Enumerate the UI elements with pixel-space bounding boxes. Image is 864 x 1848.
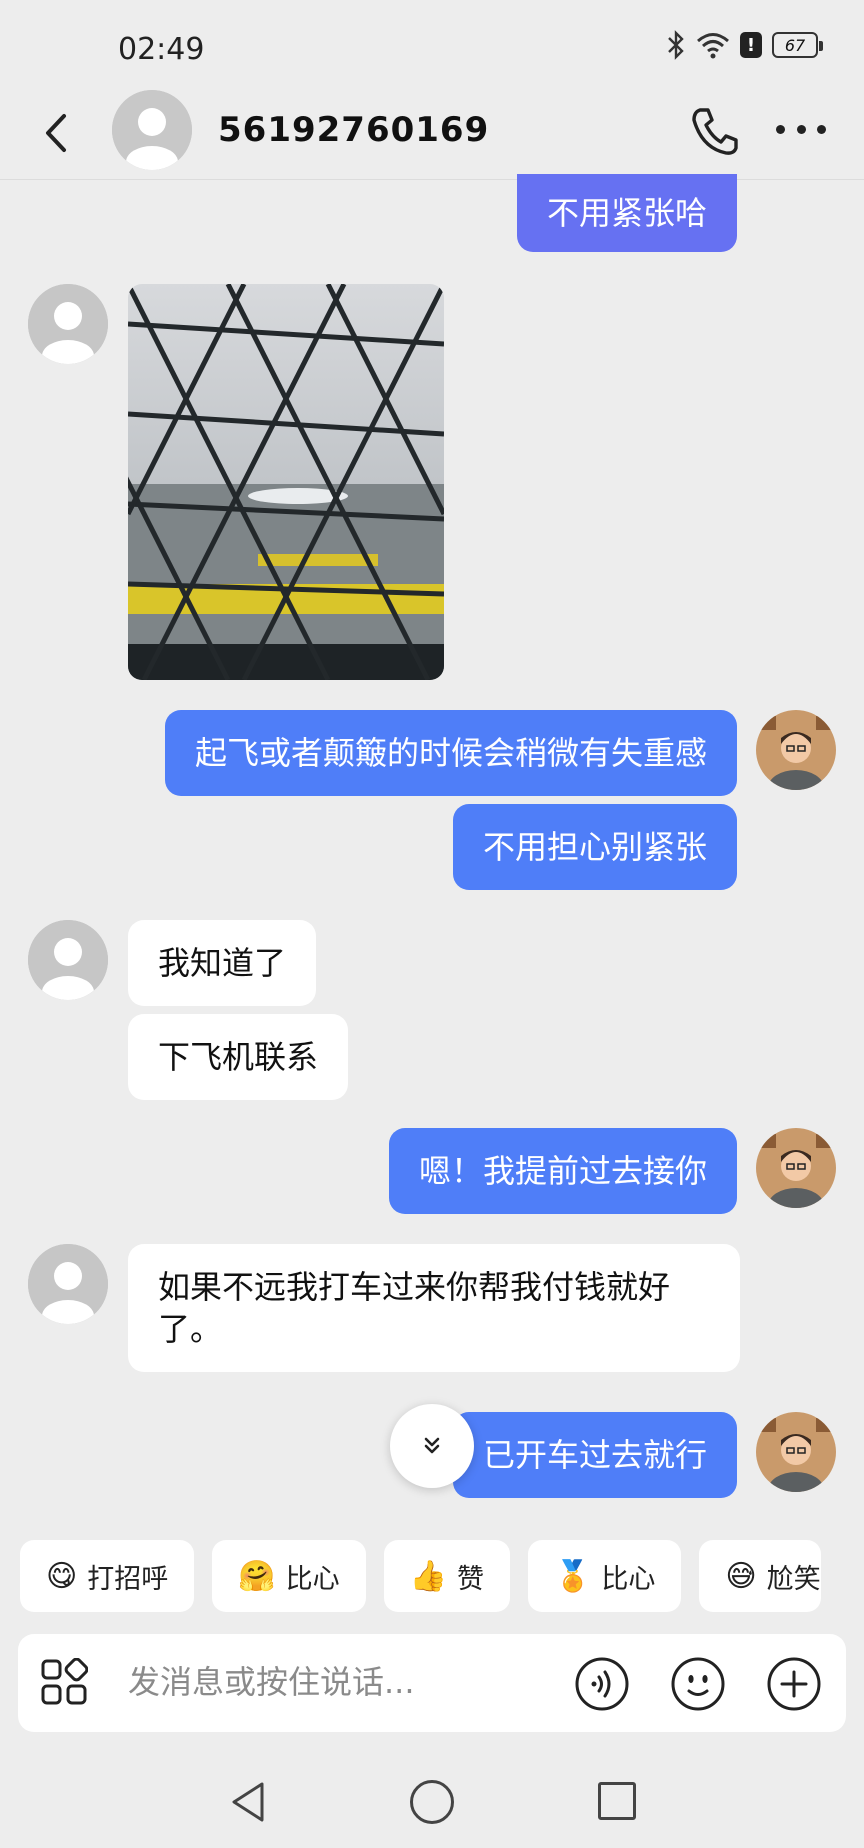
default-avatar-icon [28, 920, 108, 1000]
alert-icon: ! [740, 32, 762, 58]
my-avatar[interactable] [756, 1128, 836, 1208]
image-message[interactable] [128, 284, 444, 680]
chat-header: 56192760169 [0, 86, 864, 180]
default-avatar-icon [28, 1244, 108, 1324]
status-icons: ! 67 [666, 30, 823, 60]
emoji-icon: 🤗 [238, 1558, 276, 1594]
message-bubble-out[interactable]: 不用担心别紧张 [452, 804, 737, 890]
quick-reply-chip[interactable]: 😅 尬笑 [699, 1540, 821, 1612]
quick-reply-label: 比心 [285, 1563, 340, 1595]
double-chevron-down-icon [424, 1437, 440, 1454]
emoji-icon: 🏅 [554, 1558, 592, 1594]
message-bubble-in[interactable]: 下飞机联系 [128, 1014, 349, 1100]
wifi-icon [697, 33, 729, 59]
scroll-to-bottom-button[interactable] [390, 1404, 474, 1488]
quick-reply-chip[interactable]: 👍 赞 [383, 1540, 510, 1612]
quick-reply-label: 尬笑 [766, 1563, 821, 1595]
contact-avatar[interactable] [28, 1244, 108, 1324]
battery-icon: 67 [772, 32, 823, 58]
contact-avatar[interactable] [112, 90, 192, 170]
cartoon-avatar-icon [756, 710, 836, 790]
contact-name: 56192760169 [218, 110, 490, 150]
message-bubble-out[interactable]: 嗯！我提前过去接你 [388, 1128, 737, 1214]
message-input[interactable] [128, 1656, 568, 1708]
message-bubble-out[interactable]: 不用紧张哈 [516, 174, 737, 252]
quick-reply-chip[interactable]: 😋 打招呼 [20, 1540, 195, 1612]
emoji-icon: 👍 [409, 1558, 447, 1594]
quick-reply-row: 😋 打招呼 🤗 比心 👍 赞 🏅 比心 😅 尬笑 [20, 1540, 821, 1612]
status-time: 02:49 [118, 32, 205, 67]
quick-reply-chip[interactable]: 🤗 比心 [212, 1540, 366, 1612]
voice-input-button[interactable] [574, 1656, 630, 1712]
cartoon-avatar-icon [756, 1128, 836, 1208]
phone-call-button[interactable] [688, 104, 740, 158]
nav-back-icon[interactable] [228, 1780, 268, 1824]
emoji-button[interactable] [670, 1656, 726, 1712]
emoji-icon: 😋 [46, 1558, 78, 1594]
message-bubble-in[interactable]: 如果不远我打车过来你帮我付钱就好了。 [128, 1244, 740, 1372]
quick-reply-chip[interactable]: 🏅 比心 [528, 1540, 682, 1612]
nav-home-icon[interactable] [410, 1780, 454, 1824]
cartoon-avatar-icon [756, 1412, 836, 1492]
apps-grid-icon[interactable] [40, 1658, 88, 1706]
back-button[interactable] [36, 108, 76, 158]
contact-avatar[interactable] [28, 284, 108, 364]
message-bubble-out[interactable]: 已开车过去就行 [452, 1412, 737, 1498]
my-avatar[interactable] [756, 1412, 836, 1492]
message-input-bar [18, 1634, 846, 1732]
message-bubble-in[interactable]: 我知道了 [128, 920, 317, 1006]
default-avatar-icon [112, 90, 192, 170]
bluetooth-icon [668, 30, 684, 60]
airport-window-photo [128, 284, 444, 680]
message-bubble-out[interactable]: 起飞或者颠簸的时候会稍微有失重感 [164, 710, 737, 796]
default-avatar-icon [28, 284, 108, 364]
quick-reply-label: 打招呼 [87, 1563, 169, 1595]
more-options-button[interactable] [776, 114, 826, 144]
add-button[interactable] [766, 1656, 822, 1712]
contact-avatar[interactable] [28, 920, 108, 1000]
nav-recent-apps-icon[interactable] [598, 1782, 636, 1820]
quick-reply-label: 赞 [457, 1563, 484, 1595]
quick-reply-label: 比心 [601, 1563, 656, 1595]
my-avatar[interactable] [756, 710, 836, 790]
emoji-icon: 😅 [725, 1558, 757, 1594]
